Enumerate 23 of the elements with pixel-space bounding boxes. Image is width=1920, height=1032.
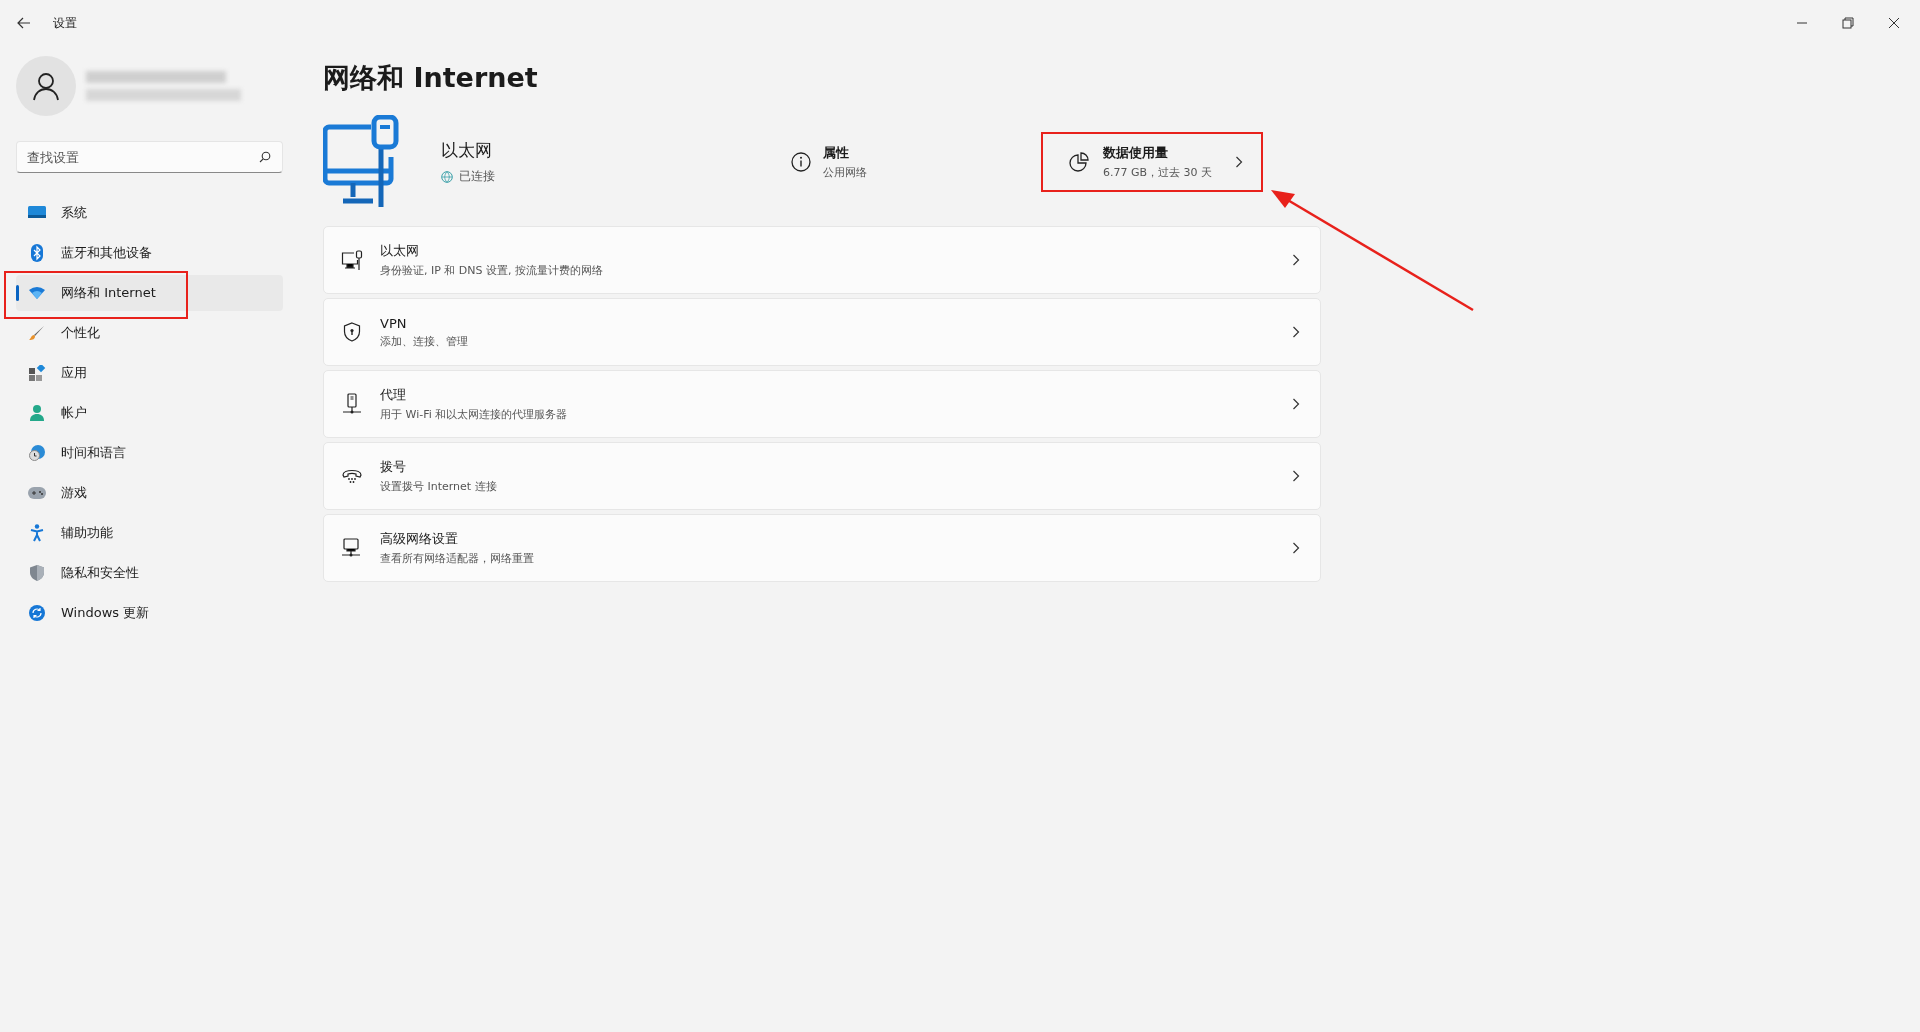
sidebar-item[interactable]: 帐户 — [16, 395, 283, 431]
data-usage-link[interactable]: 数据使用量 6.77 GB，过去 30 天 — [1041, 132, 1263, 192]
sidebar-item[interactable]: 游戏 — [16, 475, 283, 511]
connection-status: 已连接 — [459, 168, 495, 185]
settings-card[interactable]: VPN 添加、连接、管理 — [323, 298, 1321, 366]
sidebar-item[interactable]: 个性化 — [16, 315, 283, 351]
sidebar-item[interactable]: 隐私和安全性 — [16, 555, 283, 591]
sidebar-item[interactable]: 蓝牙和其他设备 — [16, 235, 283, 271]
window-title: 设置 — [53, 14, 77, 32]
settings-card[interactable]: 以太网 身份验证, IP 和 DNS 设置, 按流量计费的网络 — [323, 226, 1321, 294]
sidebar-item[interactable]: 时间和语言 — [16, 435, 283, 471]
sidebar-item[interactable]: 系统 — [16, 195, 283, 231]
search-field[interactable]: 查找设置 — [16, 141, 283, 173]
page-title: 网络和 Internet — [323, 61, 539, 95]
connection-name: 以太网 — [441, 139, 493, 162]
sidebar-item[interactable]: Windows 更新 — [16, 595, 283, 631]
settings-card[interactable]: 代理 用于 Wi-Fi 和以太网连接的代理服务器 — [323, 370, 1321, 438]
sidebar-item[interactable]: 网络和 Internet — [16, 275, 283, 311]
sidebar-item[interactable]: 辅助功能 — [16, 515, 283, 551]
settings-card[interactable]: 拨号 设置拨号 Internet 连接 — [323, 442, 1321, 510]
sidebar-item[interactable]: 应用 — [16, 355, 283, 391]
settings-card[interactable]: 高级网络设置 查看所有网络适配器，网络重置 — [323, 514, 1321, 582]
properties-link[interactable]: 属性 公用网络 — [791, 144, 1041, 180]
